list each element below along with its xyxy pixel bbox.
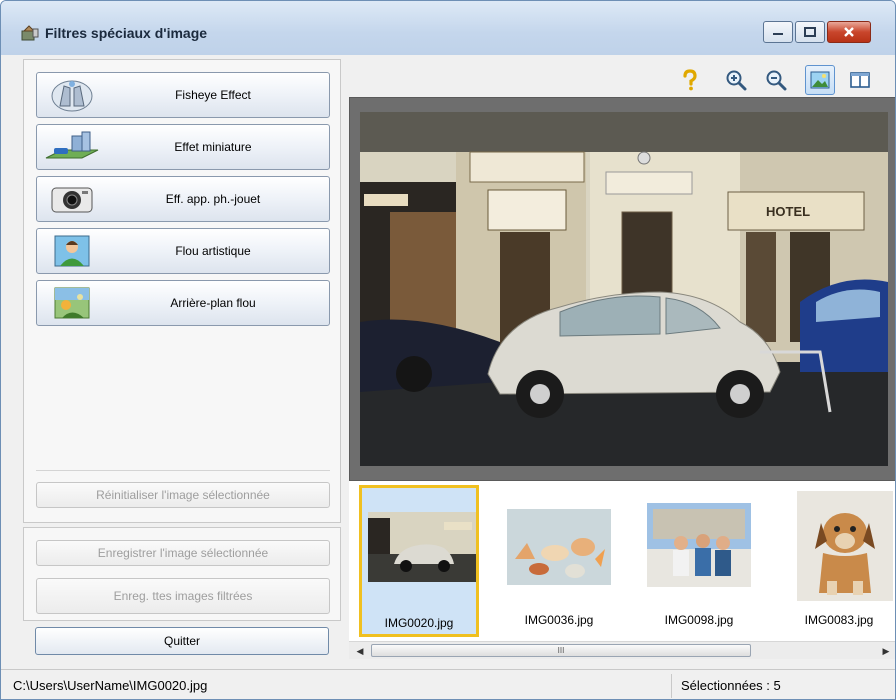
blur-background-effect-label: Arrière-plan flou bbox=[170, 296, 256, 310]
thumbnail-filename: IMG0083.jpg bbox=[804, 613, 874, 627]
preview-toolbar bbox=[349, 59, 895, 97]
status-file-path: C:\Users\UserName\IMG0020.jpg bbox=[13, 678, 208, 693]
thumbnail-item[interactable]: IMG0098.jpg bbox=[639, 485, 759, 637]
thumbnail-strip: IMG0020.jpg IMG0036.jpg IMG0098.jpg IMG0… bbox=[349, 481, 895, 641]
title-bar: Filtres spéciaux d'image bbox=[1, 1, 895, 55]
toy-camera-effect-label: Eff. app. ph.-jouet bbox=[165, 192, 261, 206]
effects-panel: Fisheye Effect Effet miniature Eff. app.… bbox=[23, 59, 341, 523]
preview-area: HOTEL bbox=[349, 97, 895, 481]
status-selected-count: Sélectionnées : 5 bbox=[681, 678, 781, 693]
thumbnail-item[interactable]: IMG0036.jpg bbox=[499, 485, 619, 637]
status-bar: C:\Users\UserName\IMG0020.jpg Sélectionn… bbox=[1, 669, 895, 699]
minimize-button[interactable] bbox=[763, 21, 793, 43]
blur-background-effect-button[interactable]: Arrière-plan flou bbox=[36, 280, 330, 326]
close-icon bbox=[844, 27, 854, 37]
thumbnail-image bbox=[368, 492, 476, 604]
help-icon bbox=[683, 69, 697, 91]
fisheye-effect-label: Fisheye Effect bbox=[175, 88, 251, 102]
thumbnail-item[interactable]: IMG0020.jpg bbox=[359, 485, 479, 637]
miniature-effect-button[interactable]: Effet miniature bbox=[36, 124, 330, 170]
fisheye-icon bbox=[37, 75, 107, 115]
zoom-in-button[interactable] bbox=[721, 65, 751, 95]
scroll-left-arrow-icon[interactable]: ◀ bbox=[351, 642, 369, 660]
thumbnail-item[interactable]: IMG0083.jpg bbox=[779, 485, 895, 637]
thumbnail-scrollbar[interactable]: ◀ III ▶ bbox=[349, 641, 895, 660]
miniature-icon bbox=[37, 127, 107, 167]
fisheye-effect-button[interactable]: Fisheye Effect bbox=[36, 72, 330, 118]
single-image-view-icon bbox=[810, 71, 830, 89]
preview-image[interactable]: HOTEL bbox=[360, 112, 888, 466]
compare-view-button[interactable] bbox=[845, 65, 875, 95]
scroll-grip: III bbox=[557, 646, 565, 655]
zoom-out-button[interactable] bbox=[761, 65, 791, 95]
soft-focus-effect-label: Flou artistique bbox=[175, 244, 251, 258]
single-view-button[interactable] bbox=[805, 65, 835, 95]
save-all-button[interactable]: Enreg. ttes images filtrées bbox=[36, 578, 330, 614]
thumbnail-image bbox=[505, 489, 613, 601]
thumbnail-filename: IMG0098.jpg bbox=[664, 613, 734, 627]
close-button[interactable] bbox=[827, 21, 871, 43]
save-selected-button[interactable]: Enregistrer l'image sélectionnée bbox=[36, 540, 330, 566]
toy-camera-effect-button[interactable]: Eff. app. ph.-jouet bbox=[36, 176, 330, 222]
panel-divider bbox=[36, 470, 330, 471]
hotel-sign: HOTEL bbox=[766, 204, 810, 219]
status-divider bbox=[671, 674, 672, 698]
save-panel: Enregistrer l'image sélectionnée Enreg. … bbox=[23, 527, 341, 621]
app-window: Filtres spéciaux d'image Fisheye Effect bbox=[0, 0, 896, 700]
split-view-icon bbox=[850, 72, 870, 88]
thumbnail-image bbox=[645, 489, 753, 601]
toy-camera-icon bbox=[37, 179, 107, 219]
minimize-icon bbox=[773, 33, 783, 35]
quit-button[interactable]: Quitter bbox=[35, 627, 329, 655]
window-title: Filtres spéciaux d'image bbox=[45, 25, 208, 41]
thumbnail-filename: IMG0036.jpg bbox=[524, 613, 594, 627]
zoom-in-icon bbox=[726, 70, 747, 91]
scroll-thumb[interactable]: III bbox=[371, 644, 751, 657]
landscape-icon bbox=[37, 283, 107, 323]
help-button[interactable] bbox=[675, 65, 705, 95]
app-icon bbox=[21, 25, 39, 41]
maximize-icon bbox=[804, 27, 816, 37]
maximize-button[interactable] bbox=[795, 21, 825, 43]
soft-focus-effect-button[interactable]: Flou artistique bbox=[36, 228, 330, 274]
thumbnail-filename: IMG0020.jpg bbox=[384, 616, 454, 630]
reset-image-button[interactable]: Réinitialiser l'image sélectionnée bbox=[36, 482, 330, 508]
miniature-effect-label: Effet miniature bbox=[174, 140, 252, 154]
thumbnail-image bbox=[785, 489, 893, 601]
zoom-out-icon bbox=[766, 70, 787, 91]
portrait-icon bbox=[37, 231, 107, 271]
scroll-right-arrow-icon[interactable]: ▶ bbox=[877, 642, 895, 660]
